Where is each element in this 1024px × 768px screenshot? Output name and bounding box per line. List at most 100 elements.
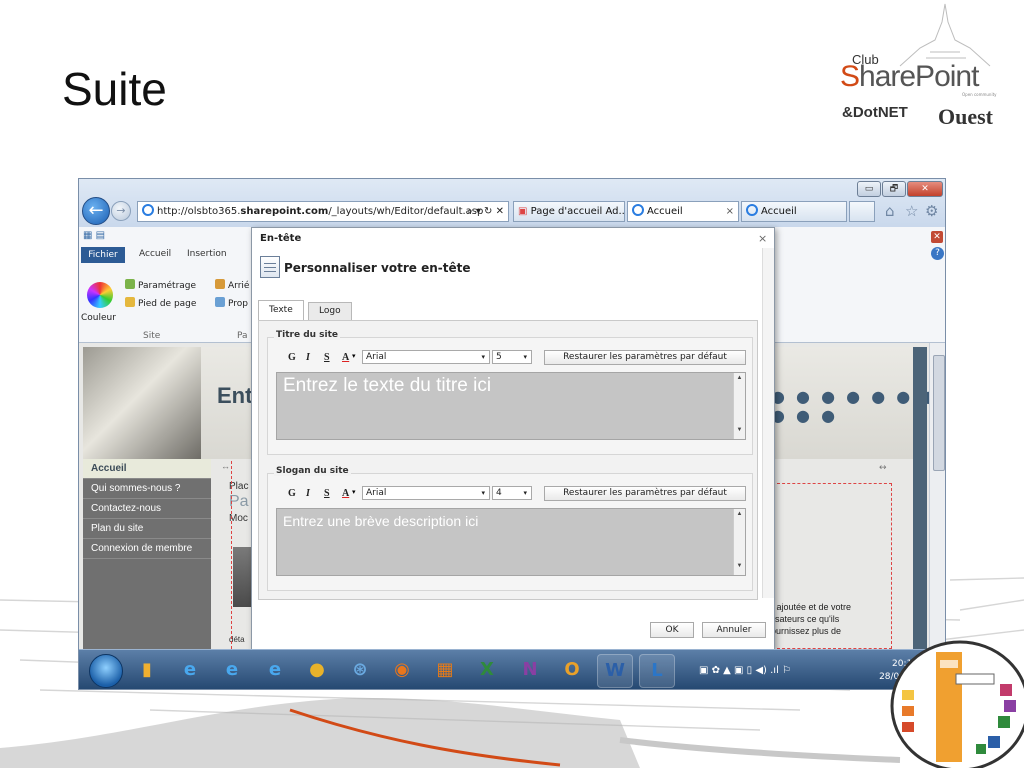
chevron-down-icon: ▾ [481, 489, 485, 497]
help-icon[interactable]: ? [931, 247, 944, 260]
tab-fichier[interactable]: Fichier [81, 247, 125, 263]
size-select[interactable]: 5 ▾ [492, 350, 532, 364]
tab-accueil-ribbon[interactable]: Accueil [139, 249, 171, 259]
ribbon-close-icon[interactable]: ✕ [931, 231, 943, 243]
minimize-button[interactable]: ▭ [857, 181, 881, 197]
address-bar[interactable]: http://olsbto365.sharepoint.com/_layouts… [137, 201, 509, 222]
color-wheel-icon[interactable] [87, 282, 113, 308]
textarea-scrollbar[interactable]: ▲ ▼ [733, 509, 745, 575]
mont-saint-michel-sketch [899, 3, 991, 67]
close-window-button[interactable]: ✕ [907, 181, 943, 197]
font-select[interactable]: Arial ▾ [362, 350, 490, 364]
system-tray[interactable]: ▣ ✿ ▲ ▣ ▯ ◀) .ıl ⚐ [699, 654, 871, 688]
page-scrollbar[interactable] [929, 343, 945, 649]
onenote-icon[interactable]: N [512, 654, 548, 688]
ie-icon[interactable]: e [257, 654, 293, 688]
dialog-scrollbar[interactable] [762, 248, 774, 598]
restore-button[interactable]: 🗗 [882, 181, 906, 197]
restore-defaults-button[interactable]: Restaurer les paramètres par défaut [544, 486, 746, 501]
ok-button[interactable]: OK [650, 622, 694, 638]
italic-button[interactable]: I [306, 488, 310, 499]
folder-icon[interactable]: ▮ [129, 654, 165, 688]
sharepoint-designer-icon[interactable]: ▦ [427, 654, 463, 688]
anchor-icon-right: ↔ [879, 463, 887, 473]
gear-icon[interactable]: ⚙ [925, 202, 938, 220]
start-button[interactable] [89, 654, 123, 688]
dialog-close-icon[interactable]: × [758, 232, 767, 245]
star-icon[interactable]: ☆ [905, 202, 918, 220]
font-select[interactable]: Arial ▾ [362, 486, 490, 500]
chrome-icon[interactable]: ● [299, 654, 335, 688]
tab-page-accueil[interactable]: ▣ Page d'accueil Ad... [513, 201, 625, 222]
parametrage-button[interactable]: Paramétrage [125, 279, 196, 291]
chevron-down-icon: ▾ [523, 353, 527, 361]
back-button[interactable]: ← [82, 197, 110, 225]
safari-icon[interactable]: ⊛ [342, 654, 378, 688]
textarea-scrollbar[interactable]: ▲ ▼ [733, 373, 745, 439]
pied-de-page-button[interactable]: Pied de page [125, 297, 196, 309]
logo-ouest: Ouest [938, 104, 993, 129]
font-color-dropdown-icon[interactable]: ▾ [352, 352, 356, 360]
ie-icon[interactable]: e [214, 654, 250, 688]
right-text-line: ournissez plus de [771, 626, 842, 636]
lync-icon[interactable]: L [639, 654, 675, 688]
address-controls[interactable]: ⌕ ▾ ↻ ✕ [467, 202, 504, 221]
slide: Suite Club SharePoint Open community &Do… [0, 0, 1024, 768]
font-color-dropdown-icon[interactable]: ▾ [352, 488, 356, 496]
nav-plan-du-site[interactable]: Plan du site [83, 519, 211, 539]
italic-button[interactable]: I [306, 352, 310, 363]
tab-label: Accueil [761, 206, 797, 217]
nav-contactez-nous[interactable]: Contactez-nous [83, 499, 211, 519]
tab-texte[interactable]: Texte [258, 300, 304, 320]
url-prefix: http://olsbto365. [157, 206, 241, 217]
tab-label: Accueil [647, 206, 683, 217]
nav-qui-sommes-nous[interactable]: Qui sommes-nous ? [83, 479, 211, 499]
word-icon[interactable]: W [597, 654, 633, 688]
arriere-plan-button[interactable]: Arrié [215, 279, 249, 291]
proprietes-button[interactable]: Prop [215, 297, 248, 309]
firefox-icon[interactable]: ◉ [384, 654, 420, 688]
restore-defaults-button[interactable]: Restaurer les paramètres par défaut [544, 350, 746, 365]
cancel-button[interactable]: Annuler [702, 622, 766, 638]
group-site-label: Site [143, 331, 161, 341]
tab-logo[interactable]: Logo [308, 302, 352, 320]
dialog-heading: Personnaliser votre en-tête [284, 261, 471, 275]
ie-page-icon [142, 204, 154, 216]
prop-label: Prop [228, 299, 248, 309]
tab-accueil-active[interactable]: Accueil × [627, 201, 739, 222]
parametrage-label: Paramétrage [138, 281, 197, 291]
underline-button[interactable]: S [324, 352, 330, 363]
underline-button[interactable]: S [324, 488, 330, 499]
nav-connexion-membre[interactable]: Connexion de membre [83, 539, 211, 559]
settings-icon [125, 279, 135, 289]
outlook-icon[interactable]: O [554, 654, 590, 688]
bold-button[interactable]: G [288, 352, 296, 363]
right-content-text: r ajoutée et de votre lisateurs ce qu'il… [771, 601, 851, 637]
size-select[interactable]: 4 ▾ [492, 486, 532, 500]
font-color-button[interactable]: A [342, 488, 349, 499]
new-tab-button[interactable] [849, 201, 875, 222]
arriere-label: Arrié [228, 281, 250, 291]
right-text-line: r ajoutée et de votre [771, 602, 852, 612]
tab-close-icon[interactable]: × [726, 202, 734, 221]
forward-button[interactable]: → [111, 201, 131, 221]
bold-button[interactable]: G [288, 488, 296, 499]
tab-accueil[interactable]: Accueil [741, 201, 847, 222]
size-value: 4 [496, 488, 502, 498]
windows-taskbar: ▣ ✿ ▲ ▣ ▯ ◀) .ıl ⚐ 20:11 28/03/2012 ▮eee… [79, 649, 945, 689]
home-icon[interactable]: ⌂ [885, 202, 895, 220]
size-value: 5 [496, 352, 502, 362]
couleur-button[interactable]: Couleur [81, 313, 116, 323]
slogan-input[interactable]: Entrez une brève description ici ▲ ▼ [276, 508, 746, 576]
nav-accueil[interactable]: Accueil [83, 459, 211, 479]
scrollbar-thumb[interactable] [933, 355, 945, 471]
group-page-label: Pa [237, 331, 248, 341]
right-side-band [913, 347, 927, 649]
site-title-input[interactable]: Entrez le texte du titre ici ▲ ▼ [276, 372, 746, 440]
club-sharepoint-logo: Club SharePoint Open community &DotNET O… [830, 0, 1010, 140]
excel-icon[interactable]: X [469, 654, 505, 688]
ie-icon[interactable]: e [172, 654, 208, 688]
font-color-button[interactable]: A [342, 352, 349, 363]
logo-sharepoint: SharePoint [840, 60, 979, 93]
tab-insertion[interactable]: Insertion [187, 249, 227, 259]
